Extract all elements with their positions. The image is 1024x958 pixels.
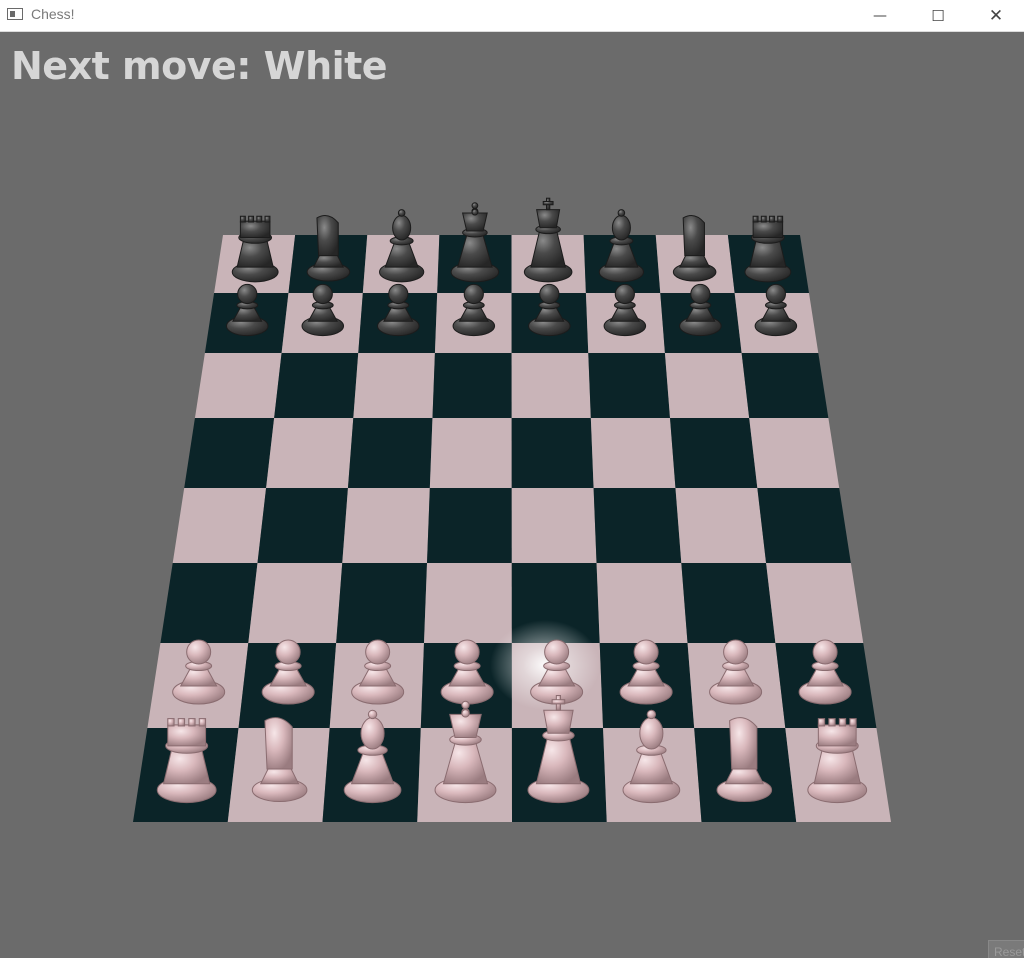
board-square[interactable] bbox=[681, 563, 776, 643]
board-square[interactable] bbox=[429, 418, 512, 488]
board-square[interactable] bbox=[427, 488, 512, 563]
board-square[interactable] bbox=[347, 418, 433, 488]
board-square[interactable] bbox=[342, 488, 430, 563]
board-square[interactable] bbox=[432, 353, 512, 418]
board-square[interactable] bbox=[160, 563, 258, 643]
reset-button[interactable]: Reset bbox=[988, 940, 1024, 958]
board-square[interactable] bbox=[766, 563, 864, 643]
board-square[interactable] bbox=[664, 353, 750, 418]
board-square[interactable] bbox=[511, 353, 591, 418]
board-square[interactable] bbox=[423, 563, 512, 643]
board-square[interactable] bbox=[596, 563, 688, 643]
board-square[interactable] bbox=[184, 418, 275, 488]
board-square[interactable] bbox=[194, 353, 282, 418]
chess-board-scene[interactable] bbox=[0, 0, 1024, 958]
board-square[interactable] bbox=[670, 418, 758, 488]
board-square[interactable] bbox=[593, 488, 682, 563]
board-square[interactable] bbox=[353, 353, 435, 418]
board-square[interactable] bbox=[257, 488, 348, 563]
board-square[interactable] bbox=[511, 418, 594, 488]
board-square[interactable] bbox=[266, 418, 354, 488]
board-square[interactable] bbox=[336, 563, 428, 643]
board-square[interactable] bbox=[274, 353, 359, 418]
board-square[interactable] bbox=[172, 488, 267, 563]
board-square[interactable] bbox=[741, 353, 829, 418]
next-move-indicator: Next move: White bbox=[11, 44, 388, 88]
board-square[interactable] bbox=[511, 488, 597, 563]
board-square[interactable] bbox=[749, 418, 840, 488]
board-square[interactable] bbox=[757, 488, 851, 563]
board-square[interactable] bbox=[590, 418, 676, 488]
board-square[interactable] bbox=[248, 563, 343, 643]
board-square[interactable] bbox=[588, 353, 671, 418]
board-square[interactable] bbox=[675, 488, 767, 563]
